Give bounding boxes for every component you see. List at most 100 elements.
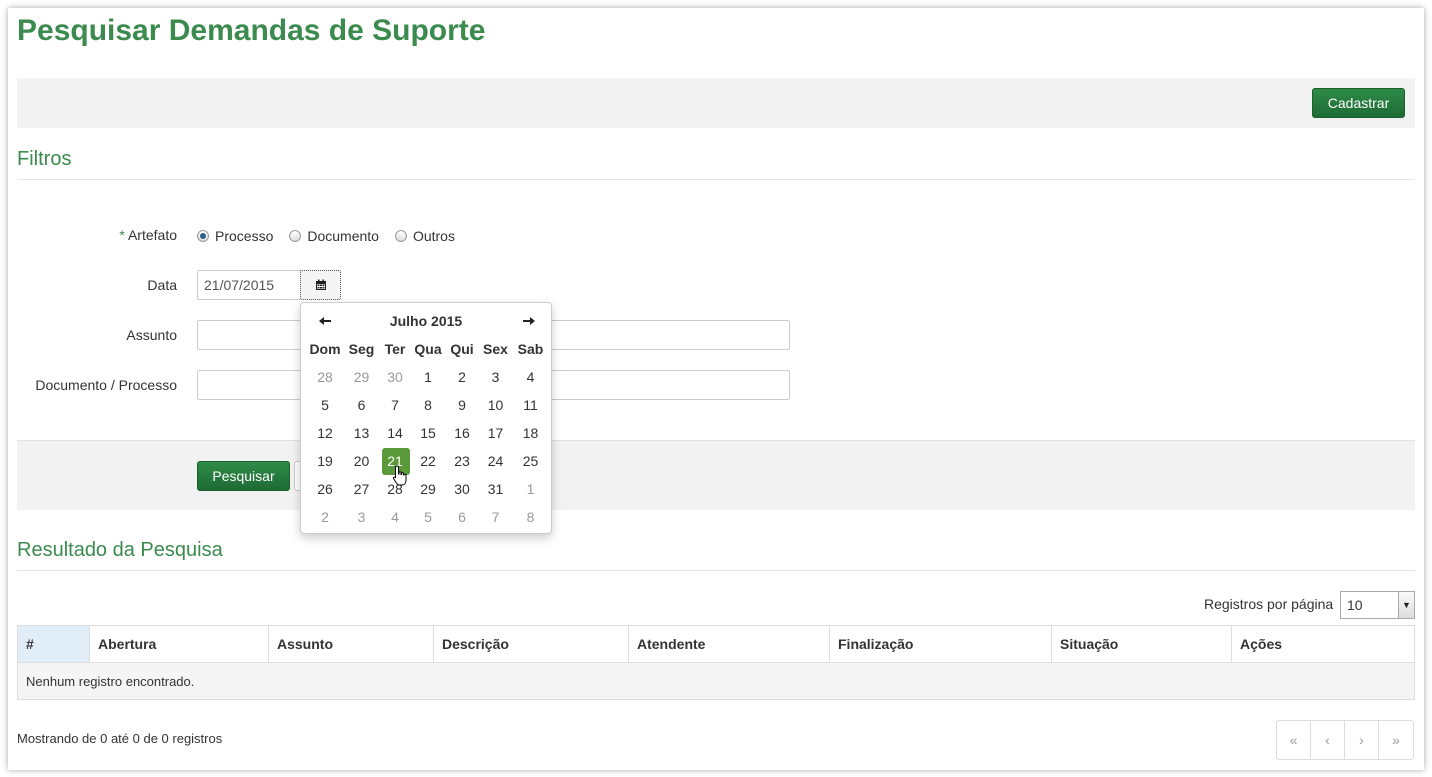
datepicker-day[interactable]: 5 [308,391,342,419]
datepicker-day[interactable]: 7 [381,391,409,419]
empty-message: Nenhum registro encontrado. [17,662,1415,700]
datepicker-day-number: 17 [487,425,504,441]
datepicker-day[interactable]: 4 [514,363,547,391]
datepicker-day[interactable]: 26 [308,475,342,503]
datepicker-day[interactable]: 16 [447,419,477,447]
radio-documento-label: Documento [307,228,379,244]
column-header-abertura[interactable]: Abertura [89,625,269,663]
datepicker-day[interactable]: 28 [308,363,342,391]
dropdown-arrow-icon[interactable]: ▼ [1398,592,1414,618]
datepicker-day[interactable]: 3 [477,363,514,391]
datepicker-day-number: 27 [353,481,370,497]
datepicker-day-number: 30 [454,481,470,497]
records-per-page-select[interactable]: 10 ▼ [1340,591,1415,619]
cadastrar-button[interactable]: Cadastrar [1312,88,1405,118]
datepicker-day-number: 5 [321,397,329,413]
pesquisar-button[interactable]: Pesquisar [197,461,290,491]
datepicker-day[interactable]: 8 [514,503,547,531]
datepicker-day[interactable]: 22 [409,447,447,475]
datepicker-day[interactable]: 14 [381,419,409,447]
datepicker-day[interactable]: 7 [477,503,514,531]
radio-documento[interactable]: Documento [289,228,379,244]
column-header-number[interactable]: # [17,625,90,663]
datepicker-day-number: 31 [487,481,504,497]
datepicker-day[interactable]: 19 [308,447,342,475]
datepicker-day-number: 8 [526,509,535,525]
datepicker-day-number: 4 [526,369,535,385]
column-header-situacao[interactable]: Situação [1051,625,1232,663]
datepicker-day[interactable]: 6 [342,391,381,419]
table-row: Nenhum registro encontrado. [17,662,1415,700]
radio-processo-input[interactable] [197,230,209,242]
datepicker-day[interactable]: 11 [514,391,547,419]
datepicker-day[interactable]: 6 [447,503,477,531]
radio-documento-input[interactable] [289,230,302,242]
arrow-right-icon [523,317,535,325]
datepicker-day[interactable]: 2 [447,363,477,391]
datepicker-day[interactable]: 2 [308,503,342,531]
datepicker-day[interactable]: 17 [477,419,514,447]
artefato-radio-group: Processo Documento Outros [197,228,471,244]
datepicker-day[interactable]: 18 [514,419,547,447]
datepicker-day-number: 13 [353,425,370,441]
column-header-assunto[interactable]: Assunto [268,625,434,663]
first-page-button[interactable]: « [1277,721,1311,759]
datepicker-day-number: 2 [458,369,466,385]
documento-processo-label: Documento / Processo [35,377,177,393]
datepicker-day[interactable]: 1 [409,363,447,391]
datepicker-day[interactable]: 8 [409,391,447,419]
datepicker-day-number: 3 [491,369,500,385]
page-title: Pesquisar Demandas de Suporte [17,14,486,47]
datepicker-day-number: 25 [522,453,539,469]
column-header-finalizacao[interactable]: Finalização [829,625,1052,663]
records-per-page-value: 10 [1347,597,1363,613]
artefato-label-text: Artefato [127,227,177,243]
filter-actions-bar: Pesquisar [17,440,1415,510]
last-page-button[interactable]: » [1379,721,1413,759]
datepicker-day-number: 30 [387,369,403,385]
datepicker-day[interactable]: 13 [342,419,381,447]
datepicker-day[interactable]: 1 [514,475,547,503]
assunto-label: Assunto [126,327,177,343]
datepicker-day[interactable]: 30 [381,363,409,391]
prev-page-button[interactable]: ‹ [1311,721,1345,759]
datepicker-day-number: 6 [458,509,466,525]
datepicker-day[interactable]: 5 [409,503,447,531]
column-header-atendente[interactable]: Atendente [628,625,830,663]
datepicker-day-number: 7 [391,397,399,413]
datepicker-day[interactable]: 10 [477,391,514,419]
datepicker-day[interactable]: 15 [409,419,447,447]
datepicker-day[interactable]: 24 [477,447,514,475]
datepicker-day[interactable]: 27 [342,475,381,503]
radio-outros[interactable]: Outros [394,228,455,244]
records-per-page-label: Registros por página [1204,596,1334,612]
datepicker-day-number: 1 [526,481,535,497]
datepicker-day[interactable]: 29 [409,475,447,503]
datepicker-day-number: 19 [317,453,333,469]
datepicker-day-number: 18 [522,425,539,441]
column-header-descricao[interactable]: Descrição [433,625,629,663]
datepicker-day[interactable]: 9 [447,391,477,419]
table-header-row: # Abertura Assunto Descrição Atendente F… [17,625,1415,663]
datepicker-day[interactable]: 3 [342,503,381,531]
datepicker-day[interactable]: 4 [381,503,409,531]
data-input[interactable] [197,270,302,300]
calendar-icon [315,279,326,290]
radio-processo[interactable]: Processo [197,228,273,244]
datepicker-day[interactable]: 20 [342,447,381,475]
datepicker-day[interactable]: 29 [342,363,381,391]
datepicker-day-number: 29 [420,481,436,497]
datepicker-day[interactable]: 12 [308,419,342,447]
datepicker-day[interactable]: 30 [447,475,477,503]
radio-outros-input[interactable] [394,230,407,242]
datepicker-month-title[interactable]: Julho 2015 [301,311,551,331]
calendar-button[interactable] [300,270,341,300]
results-divider [17,570,1415,571]
next-page-button[interactable]: › [1345,721,1379,759]
weekday-header: Sab [517,341,544,357]
weekday-header: Qui [450,341,474,357]
datepicker-day[interactable]: 31 [477,475,514,503]
datepicker-day[interactable]: 23 [447,447,477,475]
datepicker-day[interactable]: 25 [514,447,547,475]
next-month-icon[interactable] [519,311,539,331]
